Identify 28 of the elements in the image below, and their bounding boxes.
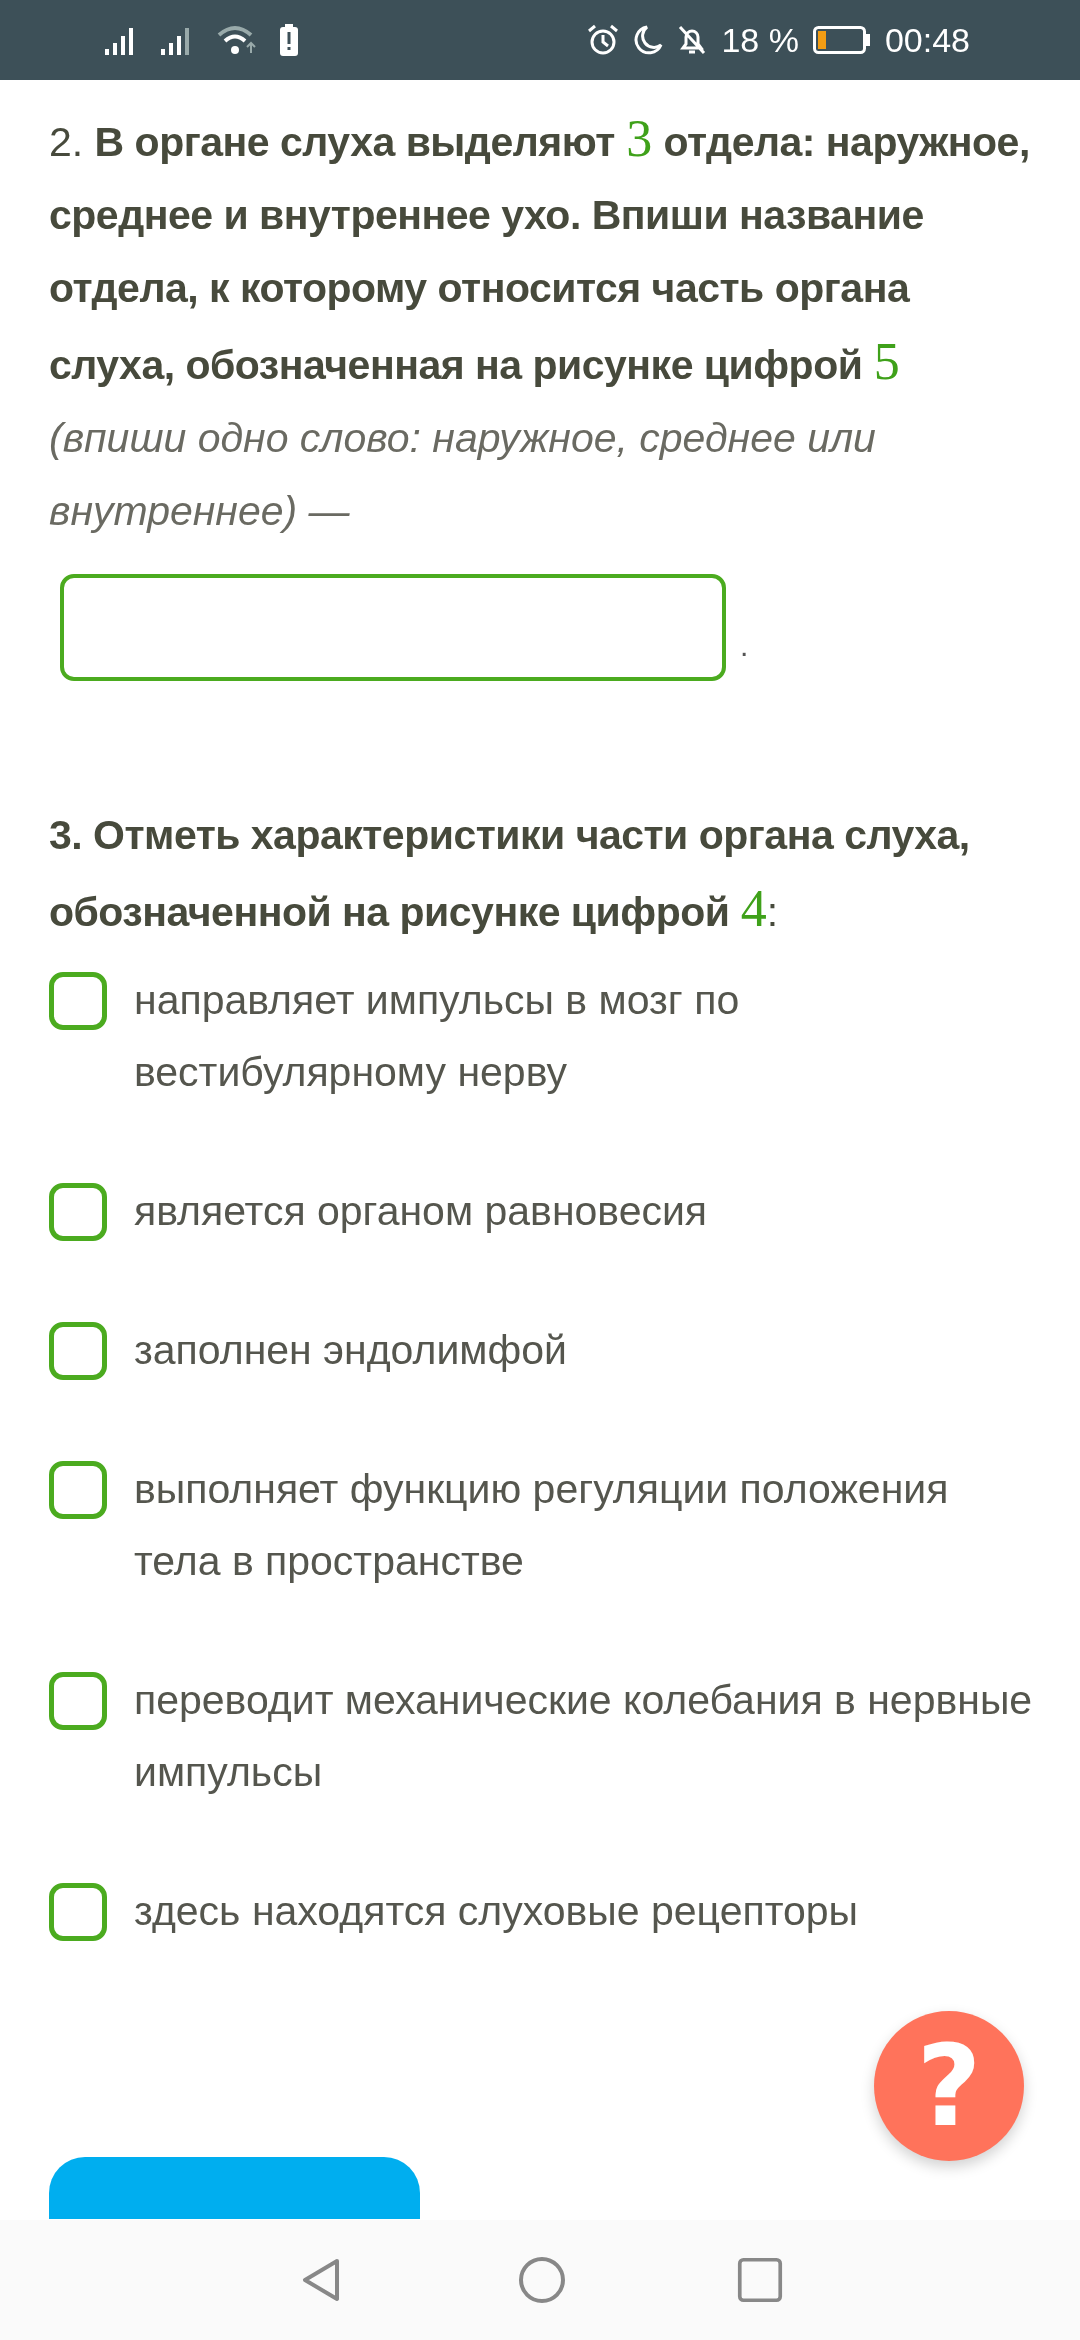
answer-field[interactable] xyxy=(60,574,726,681)
submit-button[interactable] xyxy=(49,2157,420,2219)
battery-icon xyxy=(812,26,871,54)
question-text: 3. Отметь характеристики части органа слуха, обозначенной на рисунке цифрой 4: xyxy=(49,811,971,939)
checkbox[interactable] xyxy=(49,1461,107,1519)
battery-percentage: 18 % xyxy=(721,20,799,60)
checkbox[interactable] xyxy=(49,1883,107,1941)
bell-off-icon xyxy=(677,24,708,56)
recents-icon[interactable] xyxy=(737,2257,783,2303)
question-text: 2. В органе слуха выделяют 3 отдела: наружное, среднее и внутреннее ухо. Впиши название отдела, к которому относится часть органа слуха, обозначенная на рисунке цифрой 5 (впиши одно слово: наружное, среднее или внутреннее) — xyxy=(49,109,1031,536)
alarm-icon xyxy=(587,24,620,56)
home-icon[interactable] xyxy=(517,2255,567,2305)
clock: 00:48 xyxy=(884,20,970,60)
option-label: заполнен эндолимфой xyxy=(134,1326,567,1375)
option-label: направляет импульсы в мозг по вестибулярному нерву xyxy=(134,976,741,1097)
moon-icon xyxy=(633,25,664,55)
period-text: . xyxy=(740,631,749,664)
help-button[interactable]: ? xyxy=(874,2011,1024,2161)
option-label: является органом равновесия xyxy=(134,1187,708,1236)
wifi-icon xyxy=(217,25,257,55)
option-label: выполняет функцию регуляции положения тела в пространстве xyxy=(134,1465,950,1586)
option-label: здесь находятся слуховые рецепторы xyxy=(134,1887,859,1936)
battery-alert-icon xyxy=(279,24,299,56)
checkbox[interactable] xyxy=(49,1183,107,1241)
checkbox[interactable] xyxy=(49,972,107,1030)
option-label: переводит механические колебания в нервные импульсы xyxy=(134,1676,1034,1797)
checkbox[interactable] xyxy=(49,1322,107,1380)
checkbox[interactable] xyxy=(49,1672,107,1730)
